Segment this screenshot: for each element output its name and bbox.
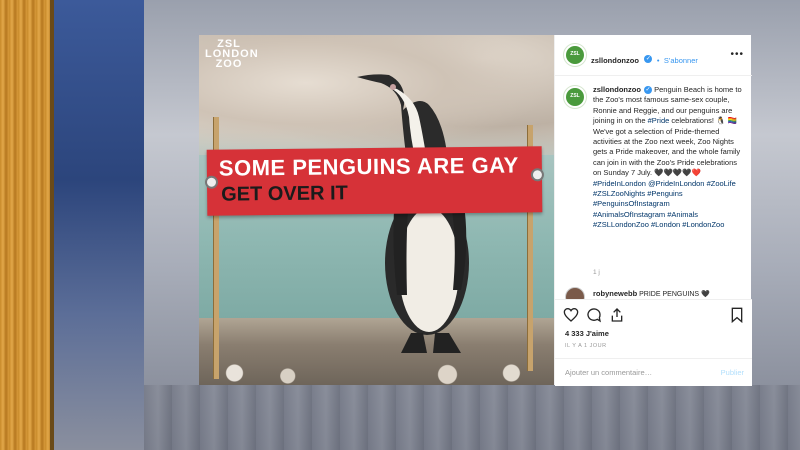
- hashtag-pride[interactable]: #Pride: [648, 116, 670, 125]
- instagram-post-card: ZSL LONDON ZOO SOME PENGUINS ARE GAY GET O…: [199, 35, 752, 386]
- banner-text-line2: GET OVER IT: [221, 182, 348, 206]
- posted-time[interactable]: IL Y A 1 JOUR: [565, 343, 607, 349]
- post-caption: zsllondonzoo ✓ Penguin Beach is home to …: [593, 85, 743, 231]
- caption-body: celebrations! 🐧 🏳️‍🌈 We've got a selecti…: [593, 116, 741, 178]
- verified-badge-icon: ✓: [644, 86, 653, 95]
- hashtag-prideinlondon[interactable]: #PrideInLondon: [593, 179, 646, 188]
- background-blue-panel: [54, 0, 144, 450]
- caption-avatar[interactable]: ZSL: [563, 85, 587, 109]
- zsl-avatar-icon: ZSL: [566, 46, 584, 64]
- caption-area[interactable]: ZSL zsllondonzoo ✓ Penguin Beach is home…: [555, 79, 752, 287]
- header-username[interactable]: zsllondonzoo: [591, 56, 639, 65]
- publish-button[interactable]: Publier: [721, 368, 744, 377]
- banner-text-line1: SOME PENGUINS ARE GAY: [218, 152, 519, 181]
- post-side-panel: ZSL zsllondonzoo ✓ • S'abonner ••• ZSL z…: [554, 35, 752, 386]
- more-options-icon[interactable]: •••: [730, 49, 744, 60]
- share-icon[interactable]: [609, 307, 625, 323]
- comment-preview: robynewebb PRIDE PENGUINS 🖤: [555, 287, 752, 299]
- comment-icon[interactable]: [586, 307, 602, 323]
- banner-grommet-right: [530, 168, 545, 182]
- zsl-logo: ZSL LONDON ZOO: [205, 38, 259, 70]
- likes-count[interactable]: 4 333 J'aime: [565, 329, 609, 338]
- bookmark-icon[interactable]: [729, 307, 745, 323]
- caption-username[interactable]: zsllondonzoo: [593, 85, 641, 94]
- follow-button[interactable]: S'abonner: [664, 56, 698, 65]
- verified-badge-icon: ✓: [644, 54, 653, 63]
- post-photo[interactable]: ZSL LONDON ZOO SOME PENGUINS ARE GAY GET O…: [199, 35, 554, 385]
- penguin-illustration: [357, 74, 469, 353]
- header-separator: •: [656, 56, 660, 65]
- caption-time[interactable]: 1 j: [593, 269, 600, 276]
- zsl-avatar-icon: ZSL: [566, 88, 584, 106]
- background-left-panel: [0, 0, 52, 450]
- post-header: ZSL zsllondonzoo ✓ • S'abonner •••: [555, 35, 752, 76]
- mention-prideinlondon[interactable]: @PrideInLondon: [648, 179, 704, 188]
- action-bar: 4 333 J'aime IL Y A 1 JOUR Ajouter un co…: [555, 299, 752, 386]
- commenter-username[interactable]: robynewebb: [593, 289, 637, 298]
- comment-input[interactable]: Ajouter un commentaire…: [565, 368, 652, 377]
- commenter-avatar[interactable]: [565, 287, 585, 299]
- add-comment-bar: Ajouter un commentaire… Publier: [555, 358, 752, 387]
- heart-icon[interactable]: [563, 307, 579, 323]
- background-bottom-stripe: [144, 385, 800, 450]
- protest-banner: SOME PENGUINS ARE GAY GET OVER IT: [204, 146, 545, 216]
- comment-text: PRIDE PENGUINS 🖤: [639, 291, 710, 298]
- avatar[interactable]: ZSL: [563, 43, 587, 67]
- banner-grommet-left: [204, 175, 219, 189]
